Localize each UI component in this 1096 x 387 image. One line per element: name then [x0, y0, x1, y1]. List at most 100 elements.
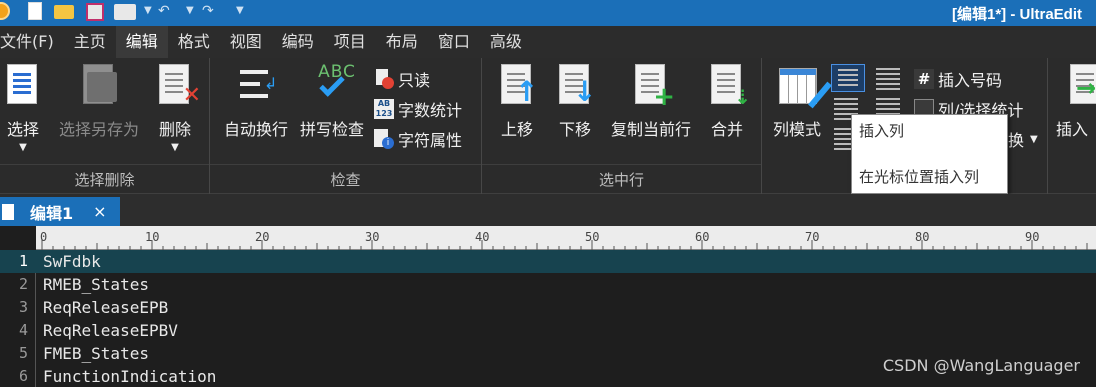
group-check: ↲ 自动换行 ABC 拼写检查 只读 AB 123 字数统计 i 字符属性 检查 — [210, 58, 482, 194]
move-up-button[interactable]: ↑ 上移 — [496, 64, 538, 140]
move-down-label: 下移 — [558, 120, 591, 139]
word-wrap-label: 自动换行 — [223, 120, 288, 139]
move-down-icon: ↓ — [555, 64, 596, 110]
menu-edit[interactable]: 编辑 — [115, 26, 168, 58]
insert-label: 插入 — [1056, 120, 1089, 139]
customize-quick-access-icon[interactable]: ▼ — [236, 5, 244, 16]
word-count-icon: AB 123 — [374, 99, 394, 119]
menu-view[interactable]: 视图 — [220, 26, 272, 58]
line-number: 6 — [18, 367, 28, 385]
print-icon[interactable] — [114, 4, 136, 20]
merge-button[interactable]: ⇣ 合并 — [706, 64, 751, 140]
line-text[interactable]: RMEB_States — [43, 273, 149, 296]
app-logo-icon[interactable] — [0, 2, 10, 20]
ruler-label: 60 — [695, 230, 709, 244]
ruler-scale: 0 10 20 30 40 50 60 70 80 90 — [40, 230, 1088, 250]
column-option-1-icon[interactable] — [876, 68, 900, 90]
menu-bar: 文件(F) 主页 编辑 格式 视图 编码 项目 布局 窗口 高级 — [0, 26, 1096, 58]
select-dropdown-icon: ▼ — [19, 142, 27, 153]
insert-column-icon — [838, 69, 858, 87]
insert-number-label: 插入号码 — [938, 71, 1003, 90]
spell-check-label: 拼写检查 — [299, 120, 364, 139]
line-text[interactable]: ReqReleaseEPB — [43, 296, 168, 319]
tab-close-icon[interactable]: × — [93, 202, 106, 221]
title-bar: ▼ ↶ ▼ ↷ ▼ [编辑1*] - UltraEdit — [0, 0, 1096, 26]
editor-line[interactable]: 2 RMEB_States — [0, 273, 1096, 296]
ruler-label: 20 — [255, 230, 269, 244]
word-count-label: 字数统计 — [398, 101, 463, 120]
line-text[interactable]: SwFdbk — [43, 250, 101, 273]
select-save-as-label: 选择另存为 — [58, 120, 139, 139]
insert-column-button[interactable] — [831, 64, 865, 92]
menu-layout[interactable]: 布局 — [376, 26, 428, 58]
column-mode-button[interactable]: 列模式 — [766, 64, 832, 140]
save-icon[interactable] — [86, 3, 104, 21]
undo-icon[interactable]: ↶ — [158, 3, 170, 19]
group-label-select-delete: 选择删除 — [0, 164, 209, 194]
char-props-label: 字符属性 — [398, 131, 463, 150]
open-folder-icon[interactable] — [54, 5, 74, 19]
insert-number-button[interactable]: # 插入号码 — [914, 66, 1002, 92]
menu-advanced[interactable]: 高级 — [480, 26, 532, 58]
convert-button[interactable]: 换 ▼ — [1008, 126, 1038, 152]
menu-file[interactable]: 文件(F) — [0, 26, 64, 58]
ruler-label: 80 — [915, 230, 929, 244]
read-only-button[interactable]: 只读 — [374, 66, 430, 92]
group-select-delete: 选择 ▼ 选择另存为 ✕ 删除 ▼ 选择删除 — [0, 58, 210, 194]
read-only-icon — [374, 69, 394, 89]
select-label: 选择 — [6, 120, 39, 139]
redo-icon[interactable]: ↷ — [202, 3, 214, 19]
tab-edit1[interactable]: 编辑1 × — [0, 197, 120, 226]
tooltip-title: 插入列 — [859, 122, 905, 140]
move-up-icon: ↑ — [497, 64, 538, 110]
delete-icon: ✕ — [155, 64, 201, 110]
watermark: CSDN @WangLanguager — [882, 356, 1080, 375]
duplicate-line-button[interactable]: + 复制当前行 — [604, 64, 698, 140]
menu-encoding[interactable]: 编码 — [272, 26, 324, 58]
save-as-icon — [79, 64, 119, 110]
line-number: 4 — [18, 321, 28, 339]
line-text[interactable]: ReqReleaseEPBV — [43, 319, 178, 342]
line-number: 2 — [18, 275, 28, 293]
menu-project[interactable]: 项目 — [324, 26, 376, 58]
merge-icon: ⇣ — [707, 64, 751, 110]
delete-button[interactable]: ✕ 删除 ▼ — [154, 64, 201, 153]
convert-label: 换 — [1008, 131, 1025, 150]
select-button[interactable]: 选择 ▼ — [2, 64, 44, 153]
window-title: [编辑1*] - UltraEdit — [951, 6, 1082, 23]
group-select-line: ↑ 上移 ↓ 下移 + 复制当前行 ⇣ 合并 选中行 — [482, 58, 762, 194]
menu-window[interactable]: 窗口 — [428, 26, 480, 58]
line-number: 5 — [18, 344, 28, 362]
ruler-label: 0 — [40, 230, 47, 244]
editor-line[interactable]: 3 ReqReleaseEPB — [0, 296, 1096, 319]
delete-label: 删除 — [158, 120, 191, 139]
duplicate-line-label: 复制当前行 — [610, 120, 691, 139]
group-insert: → 插入 — [1048, 58, 1096, 194]
menu-format[interactable]: 格式 — [168, 26, 220, 58]
merge-label: 合并 — [710, 120, 743, 139]
editor-line[interactable]: 4 ReqReleaseEPBV — [0, 319, 1096, 342]
hash-icon: # — [914, 69, 934, 89]
ruler-label: 40 — [475, 230, 489, 244]
print-dropdown-icon[interactable]: ▼ — [144, 5, 152, 16]
insert-button[interactable]: → 插入 — [1056, 64, 1096, 140]
word-wrap-icon: ↲ — [236, 64, 277, 110]
move-down-button[interactable]: ↓ 下移 — [554, 64, 596, 140]
group-label-select-line: 选中行 — [482, 164, 761, 194]
word-wrap-button[interactable]: ↲ 自动换行 — [218, 64, 294, 140]
spell-check-icon: ABC — [312, 62, 355, 110]
line-text[interactable]: FunctionIndication — [43, 365, 216, 387]
editor-line[interactable]: 1 SwFdbk — [0, 250, 1096, 273]
menu-home[interactable]: 主页 — [64, 26, 116, 58]
line-text[interactable]: FMEB_States — [43, 342, 149, 365]
ruler-label: 90 — [1025, 230, 1039, 244]
insert-column-tooltip: 插入列 在光标位置插入列 — [851, 114, 1008, 194]
undo-dropdown-icon[interactable]: ▼ — [186, 5, 194, 16]
select-save-as-button[interactable]: 选择另存为 — [52, 64, 146, 140]
document-icon — [2, 203, 14, 220]
read-only-label: 只读 — [398, 71, 431, 90]
char-props-button[interactable]: i 字符属性 — [374, 126, 462, 152]
new-file-icon[interactable] — [28, 2, 42, 20]
word-count-button[interactable]: AB 123 字数统计 — [374, 96, 462, 122]
spell-check-button[interactable]: ABC 拼写检查 — [296, 62, 368, 140]
